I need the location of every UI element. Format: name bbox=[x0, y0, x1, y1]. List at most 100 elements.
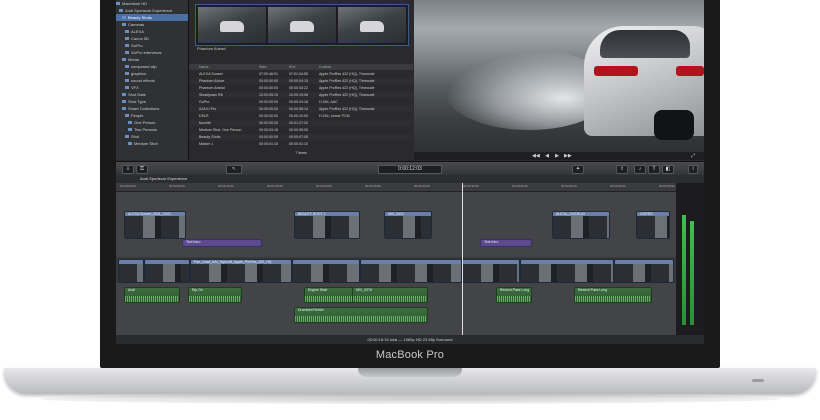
list-row[interactable]: ALEXA Sunset 07:00:46:01 07:01:04:55 Apple … bbox=[189, 71, 413, 77]
list-footer: 7 items bbox=[295, 151, 307, 155]
step-back-button[interactable]: ◀ bbox=[544, 153, 550, 159]
enhance-button[interactable]: ✦ bbox=[572, 165, 584, 174]
column-header[interactable]: End bbox=[289, 64, 317, 70]
audio-clip[interactable]: Rewind Pass Long bbox=[496, 287, 532, 303]
play-button[interactable]: ▶ bbox=[554, 153, 560, 159]
keyword-button[interactable]: ⚿ bbox=[136, 165, 148, 174]
clip-filmstrip bbox=[385, 216, 431, 238]
list-cell: 00:00:10:09 bbox=[289, 114, 308, 118]
library-item[interactable]: Beauty Shots bbox=[116, 14, 188, 21]
audio-clip[interactable]: Rip On bbox=[188, 287, 242, 303]
library-item-label: GoPro bbox=[131, 43, 143, 48]
audio-clip[interactable]: Audi bbox=[124, 287, 180, 303]
connected-clip[interactable]: ALEXA Sunset_0001_C001 bbox=[124, 211, 186, 239]
audio-clip[interactable]: Rewind Pass Long bbox=[574, 287, 652, 303]
clip-label: GOPRO bbox=[640, 212, 654, 216]
audio-clip[interactable]: MVI_0376 bbox=[352, 287, 428, 303]
share-button[interactable]: ⇪ bbox=[616, 165, 628, 174]
import-button[interactable]: ⇩ bbox=[122, 165, 134, 174]
column-header[interactable]: Name bbox=[199, 64, 257, 70]
list-row[interactable]: Phantom Above 00:00:00:00 00:00:04:15 Apple… bbox=[189, 78, 413, 84]
storyline-clip[interactable] bbox=[292, 259, 360, 283]
library-item[interactable]: composed clip bbox=[116, 63, 188, 70]
library-item[interactable]: Canon 5D bbox=[116, 35, 188, 42]
audio-clip[interactable]: Drumbed Rehtm bbox=[294, 307, 428, 323]
playhead[interactable] bbox=[462, 183, 463, 335]
clip-filmstrip bbox=[295, 216, 359, 238]
timeline[interactable]: 00:00:00:00 00:00:05:00 00:00:10:00 00:00:1… bbox=[116, 183, 676, 335]
library-item[interactable]: VFX bbox=[116, 84, 188, 91]
title-clip[interactable]: Text Intro bbox=[182, 239, 262, 247]
connected-clip[interactable]: GOPRO bbox=[636, 211, 670, 239]
generator-button[interactable]: ◧ bbox=[662, 165, 674, 174]
folder-icon bbox=[125, 37, 129, 41]
rewind-button[interactable]: ◀◀ bbox=[532, 153, 540, 159]
title-clip[interactable]: Text Intro bbox=[480, 239, 532, 247]
title-browser-button[interactable]: T bbox=[648, 165, 660, 174]
library-item[interactable]: Media bbox=[116, 56, 188, 63]
connected-clip[interactable]: MVI_0412 bbox=[384, 211, 432, 239]
library-item[interactable]: Shot bbox=[116, 133, 188, 140]
storyline-clip[interactable] bbox=[520, 259, 614, 283]
connected-clip[interactable]: ALEXA_OVERLAY bbox=[552, 211, 610, 239]
list-row[interactable]: AJA Ki Pro 00:00:00:00 00:00:58:14 Apple Pr… bbox=[189, 106, 413, 112]
clip-thumbnail[interactable] bbox=[268, 7, 336, 43]
list-cell: 00:00:00:00 bbox=[259, 86, 278, 90]
media-browser-button[interactable]: ♪ bbox=[634, 165, 646, 174]
list-row[interactable]: Steadycam R8 10:00:05:15 10:00:19:08 Apple … bbox=[189, 92, 413, 98]
folder-icon bbox=[125, 114, 129, 118]
list-row[interactable]: Medium Shot, One Person 00:00:03:18 00:00:… bbox=[189, 127, 413, 133]
storyline-clip[interactable] bbox=[614, 259, 674, 283]
timeline-header: Audi Sportscar Experience bbox=[116, 175, 704, 183]
list-row[interactable]: GoPro 00:00:00:00 00:00:24:16 H.264, AAC bbox=[189, 99, 413, 105]
list-row[interactable]: Marker 1 00:00:01:10 00:00:01:10 bbox=[189, 141, 413, 147]
viewer: ◀◀ ◀ ▶ ▶▶ ⤢ bbox=[414, 0, 704, 160]
storyline-clip[interactable] bbox=[462, 259, 520, 283]
timeline-ruler[interactable]: 00:00:00:00 00:00:05:00 00:00:10:00 00:00:1… bbox=[116, 183, 676, 192]
list-row[interactable]: Beauty Shots 00:00:00:00 00:00:07:05 bbox=[189, 134, 413, 140]
filmstrip[interactable] bbox=[195, 4, 409, 46]
library-item[interactable]: Cameras bbox=[116, 21, 188, 28]
list-cell: 00:00:01:10 bbox=[259, 142, 278, 146]
list-cell: Phantom Above bbox=[199, 79, 225, 83]
list-cell: 00:00:24:16 bbox=[289, 100, 308, 104]
fast-forward-button[interactable]: ▶▶ bbox=[564, 153, 572, 159]
library-item[interactable]: Medium Shot bbox=[116, 140, 188, 147]
storyline-clip[interactable] bbox=[144, 259, 190, 283]
clip-filmstrip bbox=[119, 264, 143, 282]
clip-filmstrip bbox=[615, 264, 673, 282]
clip-thumbnail[interactable] bbox=[198, 7, 266, 43]
library-item[interactable]: Shot Type bbox=[116, 98, 188, 105]
list-row[interactable]: Phantom Ahead 00:00:00:00 00:00:03:22 Apple… bbox=[189, 85, 413, 91]
library-item[interactable]: GoPro bbox=[116, 42, 188, 49]
library-item[interactable]: ALEXA bbox=[116, 28, 188, 35]
ruler-tick-label: 00:00:30:00 bbox=[414, 184, 430, 188]
library-item[interactable]: Shot Date bbox=[116, 91, 188, 98]
library-item[interactable]: People bbox=[116, 112, 188, 119]
storyline-clip[interactable]: Pan_Lead_AAt_Top/Left_Apple_ProRes_422_H… bbox=[190, 259, 292, 283]
clip-label: Engine Start bbox=[308, 288, 328, 292]
library-item[interactable]: Audi Sportscar Experience bbox=[116, 7, 188, 14]
folder-icon bbox=[119, 9, 123, 13]
storyline-clip[interactable] bbox=[360, 259, 462, 283]
list-row[interactable]: favorite 00:00:00:00 00:01:27:20 bbox=[189, 120, 413, 126]
storyline-clip[interactable] bbox=[118, 259, 144, 283]
clip-filmstrip bbox=[637, 216, 669, 238]
fullscreen-button[interactable]: ⤢ bbox=[690, 153, 696, 159]
connected-clip[interactable]: BEAUTY SHOT 1 bbox=[294, 211, 360, 239]
library-item[interactable]: Two Persons bbox=[116, 126, 188, 133]
column-header[interactable]: Codecs bbox=[319, 64, 411, 70]
library-item[interactable]: GoPro interviews bbox=[116, 49, 188, 56]
info-icon[interactable]: i bbox=[688, 165, 698, 174]
select-tool-button[interactable]: ↖ bbox=[226, 165, 242, 174]
library-item[interactable]: Smart Collections bbox=[116, 105, 188, 112]
library-item[interactable]: graphics bbox=[116, 70, 188, 77]
library-item[interactable]: Macintosh HD bbox=[116, 0, 188, 7]
clip-thumbnail[interactable] bbox=[338, 7, 406, 43]
list-row[interactable]: DSLR 00:00:00:00 00:00:10:09 H.264, Linear … bbox=[189, 113, 413, 119]
column-header[interactable]: Start bbox=[259, 64, 287, 70]
library-item[interactable]: One Person bbox=[116, 119, 188, 126]
library-item[interactable]: sound effects bbox=[116, 77, 188, 84]
audio-waveform bbox=[497, 296, 531, 302]
audio-waveform bbox=[353, 296, 427, 302]
